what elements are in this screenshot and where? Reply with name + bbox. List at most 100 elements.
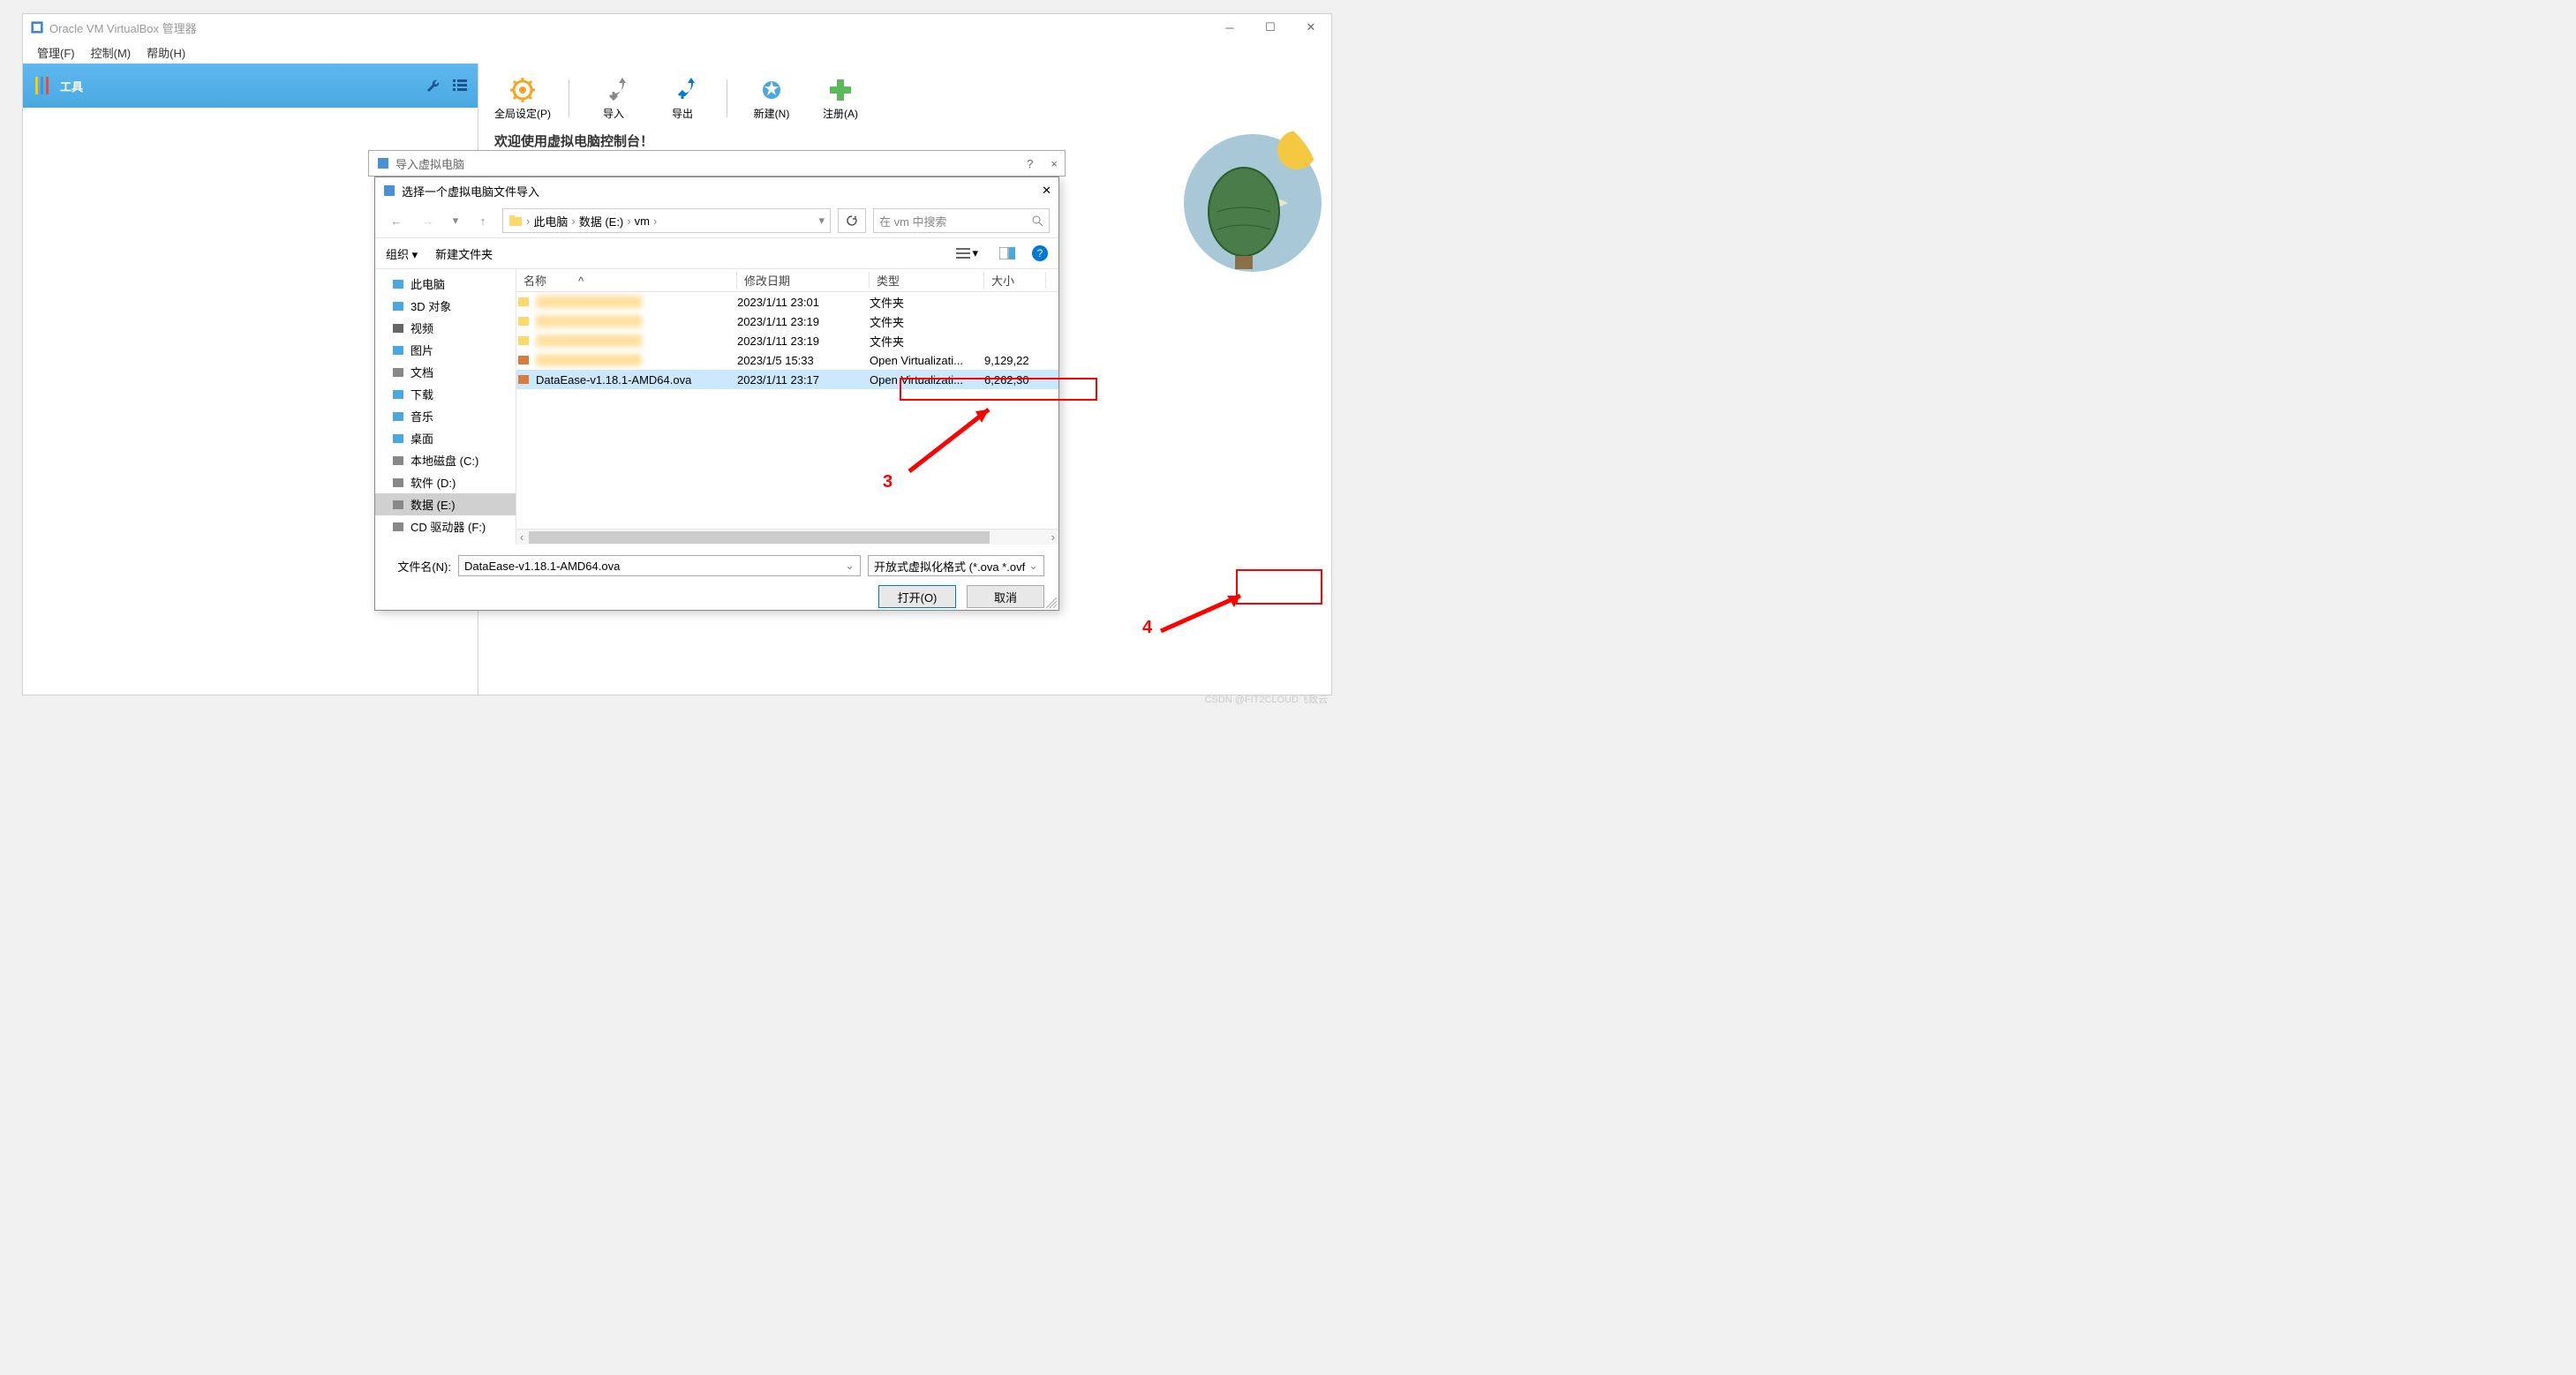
maximize-button[interactable]: ☐ — [1250, 14, 1291, 41]
import-help-button[interactable]: ? — [1027, 157, 1033, 170]
file-row[interactable]: 2023/1/5 15:33Open Virtualizati...9,129,… — [516, 350, 1058, 370]
tree-item-pic[interactable]: 图片 — [375, 339, 516, 361]
tree-item-desktop[interactable]: 桌面 — [375, 427, 516, 449]
file-row[interactable]: DataEase-v1.18.1-AMD64.ova2023/1/11 23:1… — [516, 370, 1058, 389]
search-input[interactable]: 在 vm 中搜索 — [873, 208, 1050, 233]
tree-item-cd[interactable]: CD 驱动器 (F:) — [375, 515, 516, 537]
video-icon — [391, 321, 405, 335]
tree-item-pc[interactable]: 此电脑 — [375, 273, 516, 295]
file-row[interactable]: 2023/1/11 23:19文件夹 — [516, 331, 1058, 350]
col-name[interactable]: 名称 ^ — [516, 272, 737, 289]
export-button[interactable]: 导出 — [656, 76, 709, 121]
ova-icon — [516, 372, 531, 387]
import-close-button[interactable]: × — [1051, 157, 1058, 170]
filetype-select[interactable]: 开放式虚拟化格式 (*.ova *.ovf ⌄ — [868, 555, 1044, 576]
refresh-button[interactable] — [838, 208, 866, 233]
new-button[interactable]: 新建(N) — [745, 76, 798, 121]
cd-icon — [391, 520, 405, 534]
folder-tree: 此电脑3D 对象视频图片文档下载音乐桌面本地磁盘 (C:)软件 (D:)数据 (… — [375, 269, 516, 545]
breadcrumb-folder[interactable]: vm — [635, 214, 650, 228]
wrench-icon[interactable] — [426, 77, 444, 94]
register-button[interactable]: 注册(A) — [814, 76, 867, 121]
file-dialog-title: 选择一个虚拟电脑文件导入 — [402, 183, 539, 199]
file-dialog-toolbar: 组织 ▾ 新建文件夹 ▾ ? — [375, 237, 1058, 269]
file-dialog-close-button[interactable]: ✕ — [1042, 184, 1051, 198]
col-type[interactable]: 类型 — [870, 272, 984, 289]
file-dialog-nav: ← → ▾ ↑ › 此电脑 › 数据 (E:) › vm › ▾ 在 vm 中搜… — [375, 204, 1058, 237]
folder-icon — [508, 214, 523, 228]
col-date[interactable]: 修改日期 — [737, 272, 870, 289]
breadcrumb[interactable]: › 此电脑 › 数据 (E:) › vm › ▾ — [502, 208, 831, 233]
virtualbox-icon — [30, 20, 44, 34]
gear-icon — [508, 76, 537, 104]
sidebar-item-tools[interactable]: 工具 — [23, 64, 478, 108]
organize-button[interactable]: 组织 ▾ — [386, 245, 418, 262]
resize-grip[interactable] — [1046, 597, 1057, 608]
file-open-dialog: 选择一个虚拟电脑文件导入 ✕ ← → ▾ ↑ › 此电脑 › 数据 (E:) ›… — [374, 177, 1059, 611]
tree-item-doc[interactable]: 文档 — [375, 361, 516, 383]
close-button[interactable]: ✕ — [1291, 14, 1331, 41]
file-list-header: 名称 ^ 修改日期 类型 大小 — [516, 269, 1058, 292]
tree-item-dl[interactable]: 下载 — [375, 383, 516, 405]
export-icon — [668, 76, 697, 104]
folder-icon — [516, 295, 531, 309]
tree-item-3d[interactable]: 3D 对象 — [375, 295, 516, 317]
tree-item-music[interactable]: 音乐 — [375, 405, 516, 427]
import-icon — [599, 76, 628, 104]
newfolder-button[interactable]: 新建文件夹 — [435, 245, 493, 262]
menu-help[interactable]: 帮助(H) — [139, 41, 192, 64]
3d-icon — [391, 299, 405, 313]
folder-icon — [516, 314, 531, 328]
file-row[interactable]: 2023/1/11 23:19文件夹 — [516, 312, 1058, 331]
menu-file[interactable]: 管理(F) — [30, 41, 82, 64]
search-icon — [1031, 214, 1043, 227]
tree-item-video[interactable]: 视频 — [375, 317, 516, 339]
file-list: 名称 ^ 修改日期 类型 大小 2023/1/11 23:01文件夹2023/1… — [516, 269, 1058, 545]
tree-item-drive[interactable]: 本地磁盘 (C:) — [375, 449, 516, 471]
file-row[interactable]: 2023/1/11 23:01文件夹 — [516, 292, 1058, 312]
titlebar: Oracle VM VirtualBox 管理器 ─ ☐ ✕ — [23, 14, 1331, 41]
filename-label: 文件名(N): — [389, 558, 451, 575]
folder-icon — [516, 334, 531, 348]
cancel-button[interactable]: 取消 — [967, 585, 1044, 608]
view-mode-button[interactable]: ▾ — [952, 244, 983, 263]
tools-label: 工具 — [60, 78, 83, 94]
list-view-icon — [956, 247, 970, 259]
tools-icon — [32, 75, 53, 96]
import-dialog-title: 导入虚拟电脑 — [395, 155, 464, 172]
col-size[interactable]: 大小 — [984, 272, 1046, 289]
horizontal-scrollbar[interactable]: ‹ › — [516, 529, 1058, 545]
nav-up-button[interactable]: ↑ — [471, 208, 495, 233]
file-dialog-footer: 文件名(N): DataEase-v1.18.1-AMD64.ova ⌄ 开放式… — [375, 545, 1058, 619]
music-icon — [391, 409, 405, 424]
global-settings-button[interactable]: 全局设定(P) — [494, 76, 551, 121]
dl-icon — [391, 387, 405, 402]
menu-control[interactable]: 控制(M) — [84, 41, 139, 64]
drive-icon — [391, 454, 405, 468]
virtualbox-icon — [382, 184, 396, 198]
preview-icon — [999, 247, 1015, 259]
open-button[interactable]: 打开(O) — [878, 585, 956, 608]
tree-item-drive[interactable]: 数据 (E:) — [375, 493, 516, 515]
nav-forward-button[interactable]: → — [416, 208, 441, 233]
list-icon[interactable] — [451, 77, 469, 94]
breadcrumb-drive[interactable]: 数据 (E:) — [579, 213, 624, 229]
search-placeholder: 在 vm 中搜索 — [879, 213, 947, 229]
pc-icon — [391, 277, 405, 291]
doc-icon — [391, 365, 405, 379]
virtualbox-icon — [376, 156, 390, 170]
drive-icon — [391, 498, 405, 512]
help-button[interactable]: ? — [1032, 245, 1048, 261]
nav-back-button[interactable]: ← — [384, 208, 409, 233]
menubar: 管理(F) 控制(M) 帮助(H) — [23, 41, 1331, 64]
nav-recent-button[interactable]: ▾ — [448, 208, 463, 233]
minimize-button[interactable]: ─ — [1209, 14, 1250, 41]
preview-pane-button[interactable] — [995, 244, 1020, 262]
refresh-icon — [846, 214, 858, 227]
breadcrumb-root[interactable]: 此电脑 — [533, 213, 568, 229]
filename-input[interactable]: DataEase-v1.18.1-AMD64.ova ⌄ — [458, 555, 861, 576]
import-button[interactable]: 导入 — [587, 76, 640, 121]
star-icon — [757, 76, 786, 104]
tree-item-drive[interactable]: 软件 (D:) — [375, 471, 516, 493]
watermark: CSDN @FIT2CLOUD飞致云 — [1204, 692, 1328, 706]
